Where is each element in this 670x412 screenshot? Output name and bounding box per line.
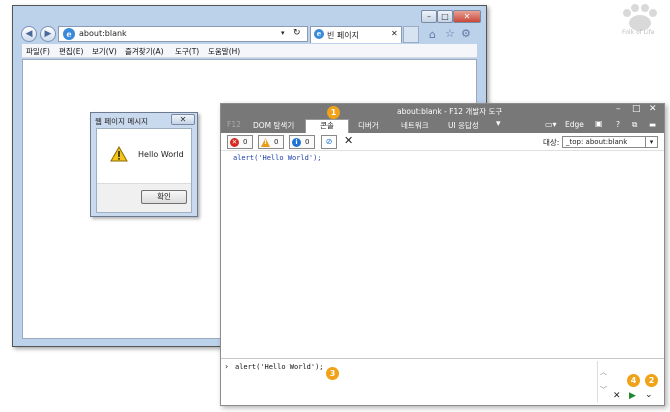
f12-label: F12 [227,120,241,129]
callout-badge-4: 4 [627,374,640,387]
favorites-icon[interactable]: ☆ [445,27,455,40]
input-scrollbar[interactable]: ︿ ﹀ [597,361,609,402]
target-select[interactable]: _top: about:blank ▾ [562,136,658,148]
tab-title: 빈 페이지 [327,31,359,40]
ok-button[interactable]: 확인 [141,190,187,204]
alert-close-button[interactable]: ✕ [171,114,195,125]
gear-icon[interactable]: ⚙ [461,27,471,40]
console-output: alert('Hello World'); [221,151,664,358]
ie-page-icon: e [63,28,75,40]
info-filter[interactable]: i 0 [289,135,315,149]
warnings-count: 0 [274,138,279,146]
tab-network[interactable]: 네트워크 [401,120,429,131]
menu-view[interactable]: 보기(V) [92,46,117,57]
tab-blank-page[interactable]: e 빈 페이지 ✕ [310,26,402,43]
alert-footer: 확인 [97,183,191,212]
errors-count: 0 [243,138,248,146]
chevron-down-icon: ▾ [645,136,657,148]
help-icon[interactable]: ? [616,120,620,129]
error-icon: ✕ [230,138,239,147]
pin-icon[interactable]: ⧉ [632,120,637,130]
menu-edit[interactable]: 편집(E) [59,46,83,57]
new-tab-button[interactable] [403,26,419,43]
tab-dom-explorer[interactable]: DOM 탐색기 [253,120,294,131]
console-output-line: alert('Hello World'); [233,154,322,162]
console-input-area[interactable]: › alert('Hello World'); ︿ ﹀ ✕ ▶ ⌄ [221,358,664,405]
target-value: _top: about:blank [566,138,628,146]
console-input-text[interactable]: alert('Hello World'); [235,363,324,371]
run-icon[interactable]: ▶ [629,391,636,401]
emulation-icon[interactable]: ▭▾ [545,120,557,129]
clear-input-icon[interactable]: ✕ [613,391,621,401]
tab-debugger[interactable]: 디버거 [358,120,379,131]
alert-title: 웹 페이지 메시지 [95,117,149,126]
alert-body: Hello World 확인 [96,128,192,213]
tab-console[interactable]: 콘솔 [305,119,349,133]
tab-ie-icon: e [314,29,324,39]
tab-ui-responsiveness[interactable]: UI 응답성 [448,120,479,131]
info-count: 0 [305,138,310,146]
devtools-title: about:blank - F12 개발자 도구 [397,107,503,116]
edge-mode-label[interactable]: Edge [565,120,584,129]
callout-badge-1: 1 [327,106,340,119]
back-button[interactable]: ◀ [21,26,37,42]
menu-bar: 파일(F) 편집(E) 보기(V) 즐겨찾기(A) 도구(T) 도움말(H) [22,44,477,58]
clear-console-icon[interactable]: ✕ [344,134,353,147]
menu-file[interactable]: 파일(F) [26,46,50,57]
menu-favorites[interactable]: 즐겨찾기(A) [125,46,164,57]
more-tabs-icon[interactable]: ▾ [496,119,501,129]
close-button[interactable]: ✕ [453,10,481,23]
alert-dialog: 웹 페이지 메시지 ✕ Hello World 확인 [90,112,198,217]
tab-close-icon[interactable]: ✕ [391,29,398,38]
warning-small-icon: ! [261,138,270,147]
devtools-close-button[interactable]: ✕ [649,104,657,114]
minimize-button[interactable]: – [421,10,437,23]
callout-badge-3: 3 [326,367,339,380]
warning-icon [110,146,128,162]
home-icon[interactable]: ⌂ [429,28,436,41]
console-toggle-icon[interactable]: ▣ [595,119,603,128]
maximize-button[interactable]: □ [437,10,453,23]
warnings-filter[interactable]: ! 0 [258,135,284,149]
clear-on-navigate-icon[interactable]: ⊘ [321,135,337,149]
alert-message: Hello World [138,150,184,159]
devtools-titlebar: about:blank - F12 개발자 도구 – □ ✕ [221,104,664,118]
dock-icon[interactable]: ▬ [649,120,656,129]
address-text: about:blank [79,29,127,38]
console-toolbar: ✕ 0 ! 0 i 0 ⊘ ✕ 대상: _top: about:blank ▾ [221,133,664,151]
devtools-minimize-button[interactable]: – [616,104,621,114]
info-icon: i [292,138,301,147]
f12-devtools-window: about:blank - F12 개발자 도구 – □ ✕ F12 DOM 탐… [220,103,665,406]
forward-button[interactable]: ▶ [40,26,56,42]
errors-filter[interactable]: ✕ 0 [227,135,253,149]
refresh-icon[interactable]: ↻ [293,28,301,38]
search-dropdown-icon[interactable]: ▾ [281,29,285,37]
watermark-text: Folk of Life [622,29,655,36]
prompt-chevron-icon: › [225,362,229,371]
expand-input-icon[interactable]: ⌄ [645,390,653,400]
menu-tools[interactable]: 도구(T) [175,46,199,57]
devtools-maximize-button[interactable]: □ [632,104,641,114]
menu-help[interactable]: 도움말(H) [208,46,240,57]
devtools-tab-bar: F12 DOM 탐색기 디버거 네트워크 UI 응답성 ▾ ▭▾ Edge ▣ … [221,118,664,133]
watermark-logo: Folk of Life [618,3,662,43]
target-label: 대상: [543,138,560,147]
address-bar[interactable]: e about:blank ▾ ↻ [58,26,308,42]
callout-badge-2: 2 [645,374,658,387]
